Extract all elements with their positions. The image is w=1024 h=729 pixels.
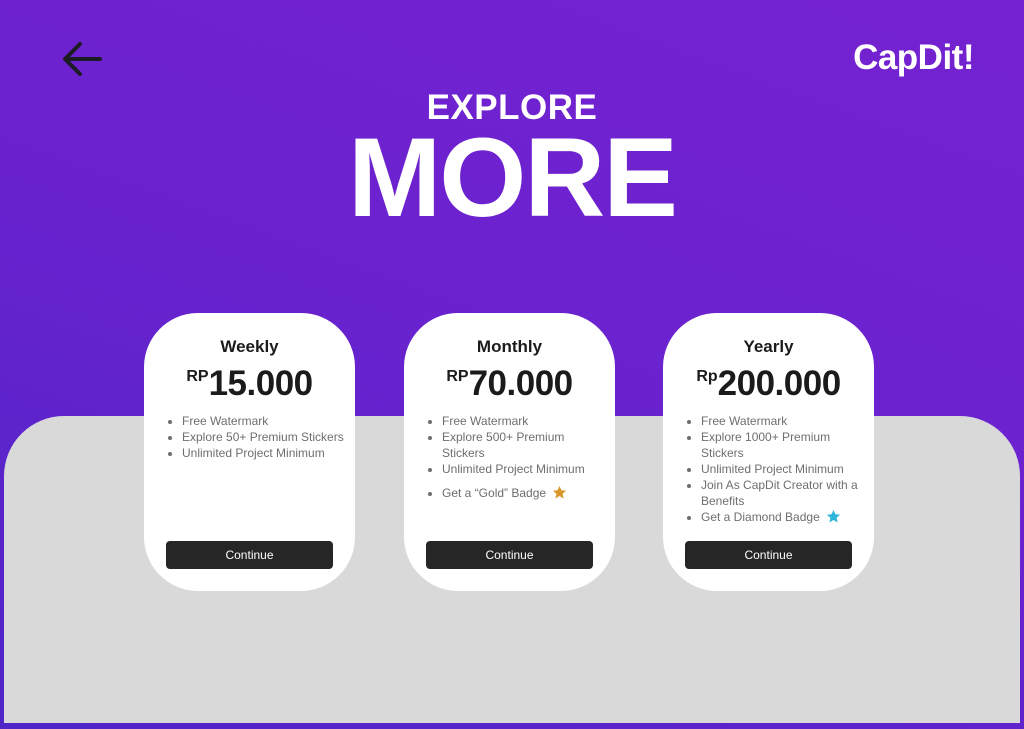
feature-item: Explore 50+ Premium Stickers (182, 429, 345, 445)
feature-item: Unlimited Project Minimum (442, 461, 605, 477)
feature-item: Unlimited Project Minimum (182, 445, 345, 461)
price-amount: 200.000 (717, 364, 842, 403)
star-icon (553, 485, 567, 499)
badge-label: Get a Diamond Badge (701, 510, 820, 524)
page-heading: EXPLORE MORE (0, 88, 1024, 240)
feature-item: Explore 500+ Premium Stickers (442, 429, 605, 461)
star-icon (826, 509, 840, 523)
feature-badge: Get a Diamond Badge (701, 509, 864, 525)
badge-label: Get a “Gold” Badge (442, 486, 547, 500)
feature-item: Join As CapDit Creator with a Benefits (701, 477, 864, 509)
plan-price: RP70.000 (404, 364, 615, 404)
feature-item: Unlimited Project Minimum (701, 461, 864, 477)
plan-card-yearly: Yearly Rp200.000 Free Watermark Explore … (663, 313, 874, 591)
continue-button-weekly[interactable]: Continue (166, 541, 333, 569)
continue-button-monthly[interactable]: Continue (426, 541, 593, 569)
price-amount: 15.000 (208, 364, 314, 403)
plan-price: Rp200.000 (663, 364, 874, 404)
feature-list: Free Watermark Explore 500+ Premium Stic… (424, 413, 605, 501)
feature-list: Free Watermark Explore 50+ Premium Stick… (164, 413, 345, 461)
plan-title: Weekly (220, 337, 279, 356)
plan-price: RP15.000 (144, 364, 355, 404)
plan-title: Monthly (476, 337, 543, 356)
price-currency: Rp (696, 368, 718, 385)
feature-item: Free Watermark (701, 413, 864, 429)
plan-card-monthly: Monthly RP70.000 Free Watermark Explore … (404, 313, 615, 591)
heading-more: MORE (348, 115, 678, 240)
price-currency: RP (186, 368, 209, 385)
plan-title: Yearly (743, 337, 794, 356)
back-button[interactable] (58, 38, 104, 80)
feature-item: Explore 1000+ Premium Stickers (701, 429, 864, 461)
price-currency: RP (446, 368, 469, 385)
price-amount: 70.000 (468, 364, 574, 403)
feature-list: Free Watermark Explore 1000+ Premium Sti… (683, 413, 864, 525)
continue-button-yearly[interactable]: Continue (685, 541, 852, 569)
feature-item: Free Watermark (442, 413, 605, 429)
feature-item: Free Watermark (182, 413, 345, 429)
plan-card-weekly: Weekly RP15.000 Free Watermark Explore 5… (144, 313, 355, 591)
app-logo: CapDit! (853, 38, 974, 77)
arrow-left-icon (63, 42, 102, 76)
feature-badge: Get a “Gold” Badge (442, 485, 605, 501)
